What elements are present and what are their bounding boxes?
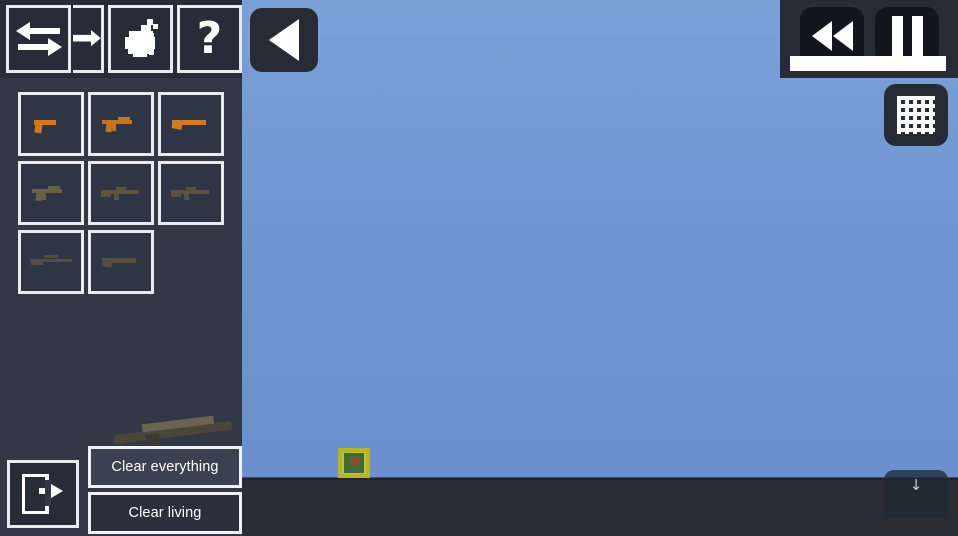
weapon-slot-battle-rifle[interactable]	[158, 161, 224, 225]
weapon-icon	[168, 112, 214, 136]
paint-bucket-icon	[125, 19, 159, 57]
rewind-icon	[811, 21, 832, 51]
weapon-part-grip	[34, 122, 43, 134]
pause-icon-bar-left	[891, 16, 903, 56]
weapon-part-sight	[116, 187, 126, 190]
weapon-part-sight	[118, 117, 130, 121]
weapon-grid	[18, 92, 233, 294]
grid-toggle-button[interactable]	[884, 84, 948, 146]
sidebar-toolbar: ?	[0, 0, 242, 78]
weapon-part-mag	[111, 122, 117, 132]
pause-icon-bar-right	[911, 16, 923, 56]
weapon-icon	[168, 181, 214, 205]
weapon-part-stock	[31, 260, 43, 265]
weapon-preview-body	[113, 420, 233, 445]
weapon-icon	[98, 181, 144, 205]
swap-arrows-icon	[15, 22, 62, 56]
tool-button-move[interactable]	[73, 5, 104, 73]
tool-button-help[interactable]: ?	[176, 5, 242, 73]
timeline-scrubber[interactable]	[790, 56, 946, 71]
tool-button-paint[interactable]	[107, 5, 173, 73]
weapon-slot-submachine-gun[interactable]	[18, 161, 84, 225]
weapon-slot-sniper-rifle[interactable]	[18, 230, 84, 294]
weapon-icon	[98, 112, 144, 136]
exit-button[interactable]	[7, 460, 79, 528]
weapon-preview-top	[141, 415, 215, 433]
weapon-part-sight	[186, 187, 196, 190]
weapon-part-sight	[48, 186, 60, 190]
question-mark-icon: ?	[196, 13, 223, 64]
clear-everything-button[interactable]: Clear everything	[88, 446, 242, 488]
arrow-right-icon	[73, 30, 101, 47]
weapon-icon	[28, 181, 74, 205]
weapon-part-stock	[101, 191, 111, 197]
weapon-slot-pistol[interactable]	[18, 92, 84, 156]
rewind-icon-second	[832, 21, 853, 51]
weapon-slot-smg[interactable]	[88, 92, 154, 156]
game-window: ↓ ? Clear everything Clear living	[0, 0, 958, 536]
weapon-slot-shotgun[interactable]	[88, 230, 154, 294]
download-icon: ↓	[909, 476, 923, 494]
weapon-part-stock	[101, 260, 113, 268]
grid-icon	[897, 96, 935, 134]
timeline-progress	[790, 56, 946, 71]
weapon-part-mag	[41, 191, 47, 201]
tool-button-swap[interactable]	[6, 5, 72, 73]
weapon-part-mag	[183, 192, 190, 201]
weapon-icon	[28, 112, 74, 136]
weapon-icon	[98, 250, 144, 274]
weapon-preview	[108, 414, 238, 450]
triangle-left-icon	[269, 19, 299, 61]
clear-actions: Clear everything Clear living	[88, 446, 242, 534]
download-button[interactable]: ↓	[884, 470, 948, 518]
weapon-slot-sawed-off-shotgun[interactable]	[158, 92, 224, 156]
panel-collapse-button[interactable]	[250, 8, 318, 72]
exit-door-icon	[22, 474, 63, 514]
playback-controls	[780, 0, 958, 78]
weapon-part-sight	[44, 255, 58, 258]
clear-living-button[interactable]: Clear living	[88, 492, 242, 534]
weapon-slot-assault-rifle[interactable]	[88, 161, 154, 225]
weapon-part-mag	[113, 192, 120, 201]
weapon-part-stock	[171, 191, 181, 197]
scene-entity[interactable]	[338, 448, 370, 478]
weapon-icon	[28, 250, 74, 274]
left-sidebar: ? Clear everything Clear living	[0, 0, 242, 536]
weapon-part-stock	[171, 122, 183, 130]
